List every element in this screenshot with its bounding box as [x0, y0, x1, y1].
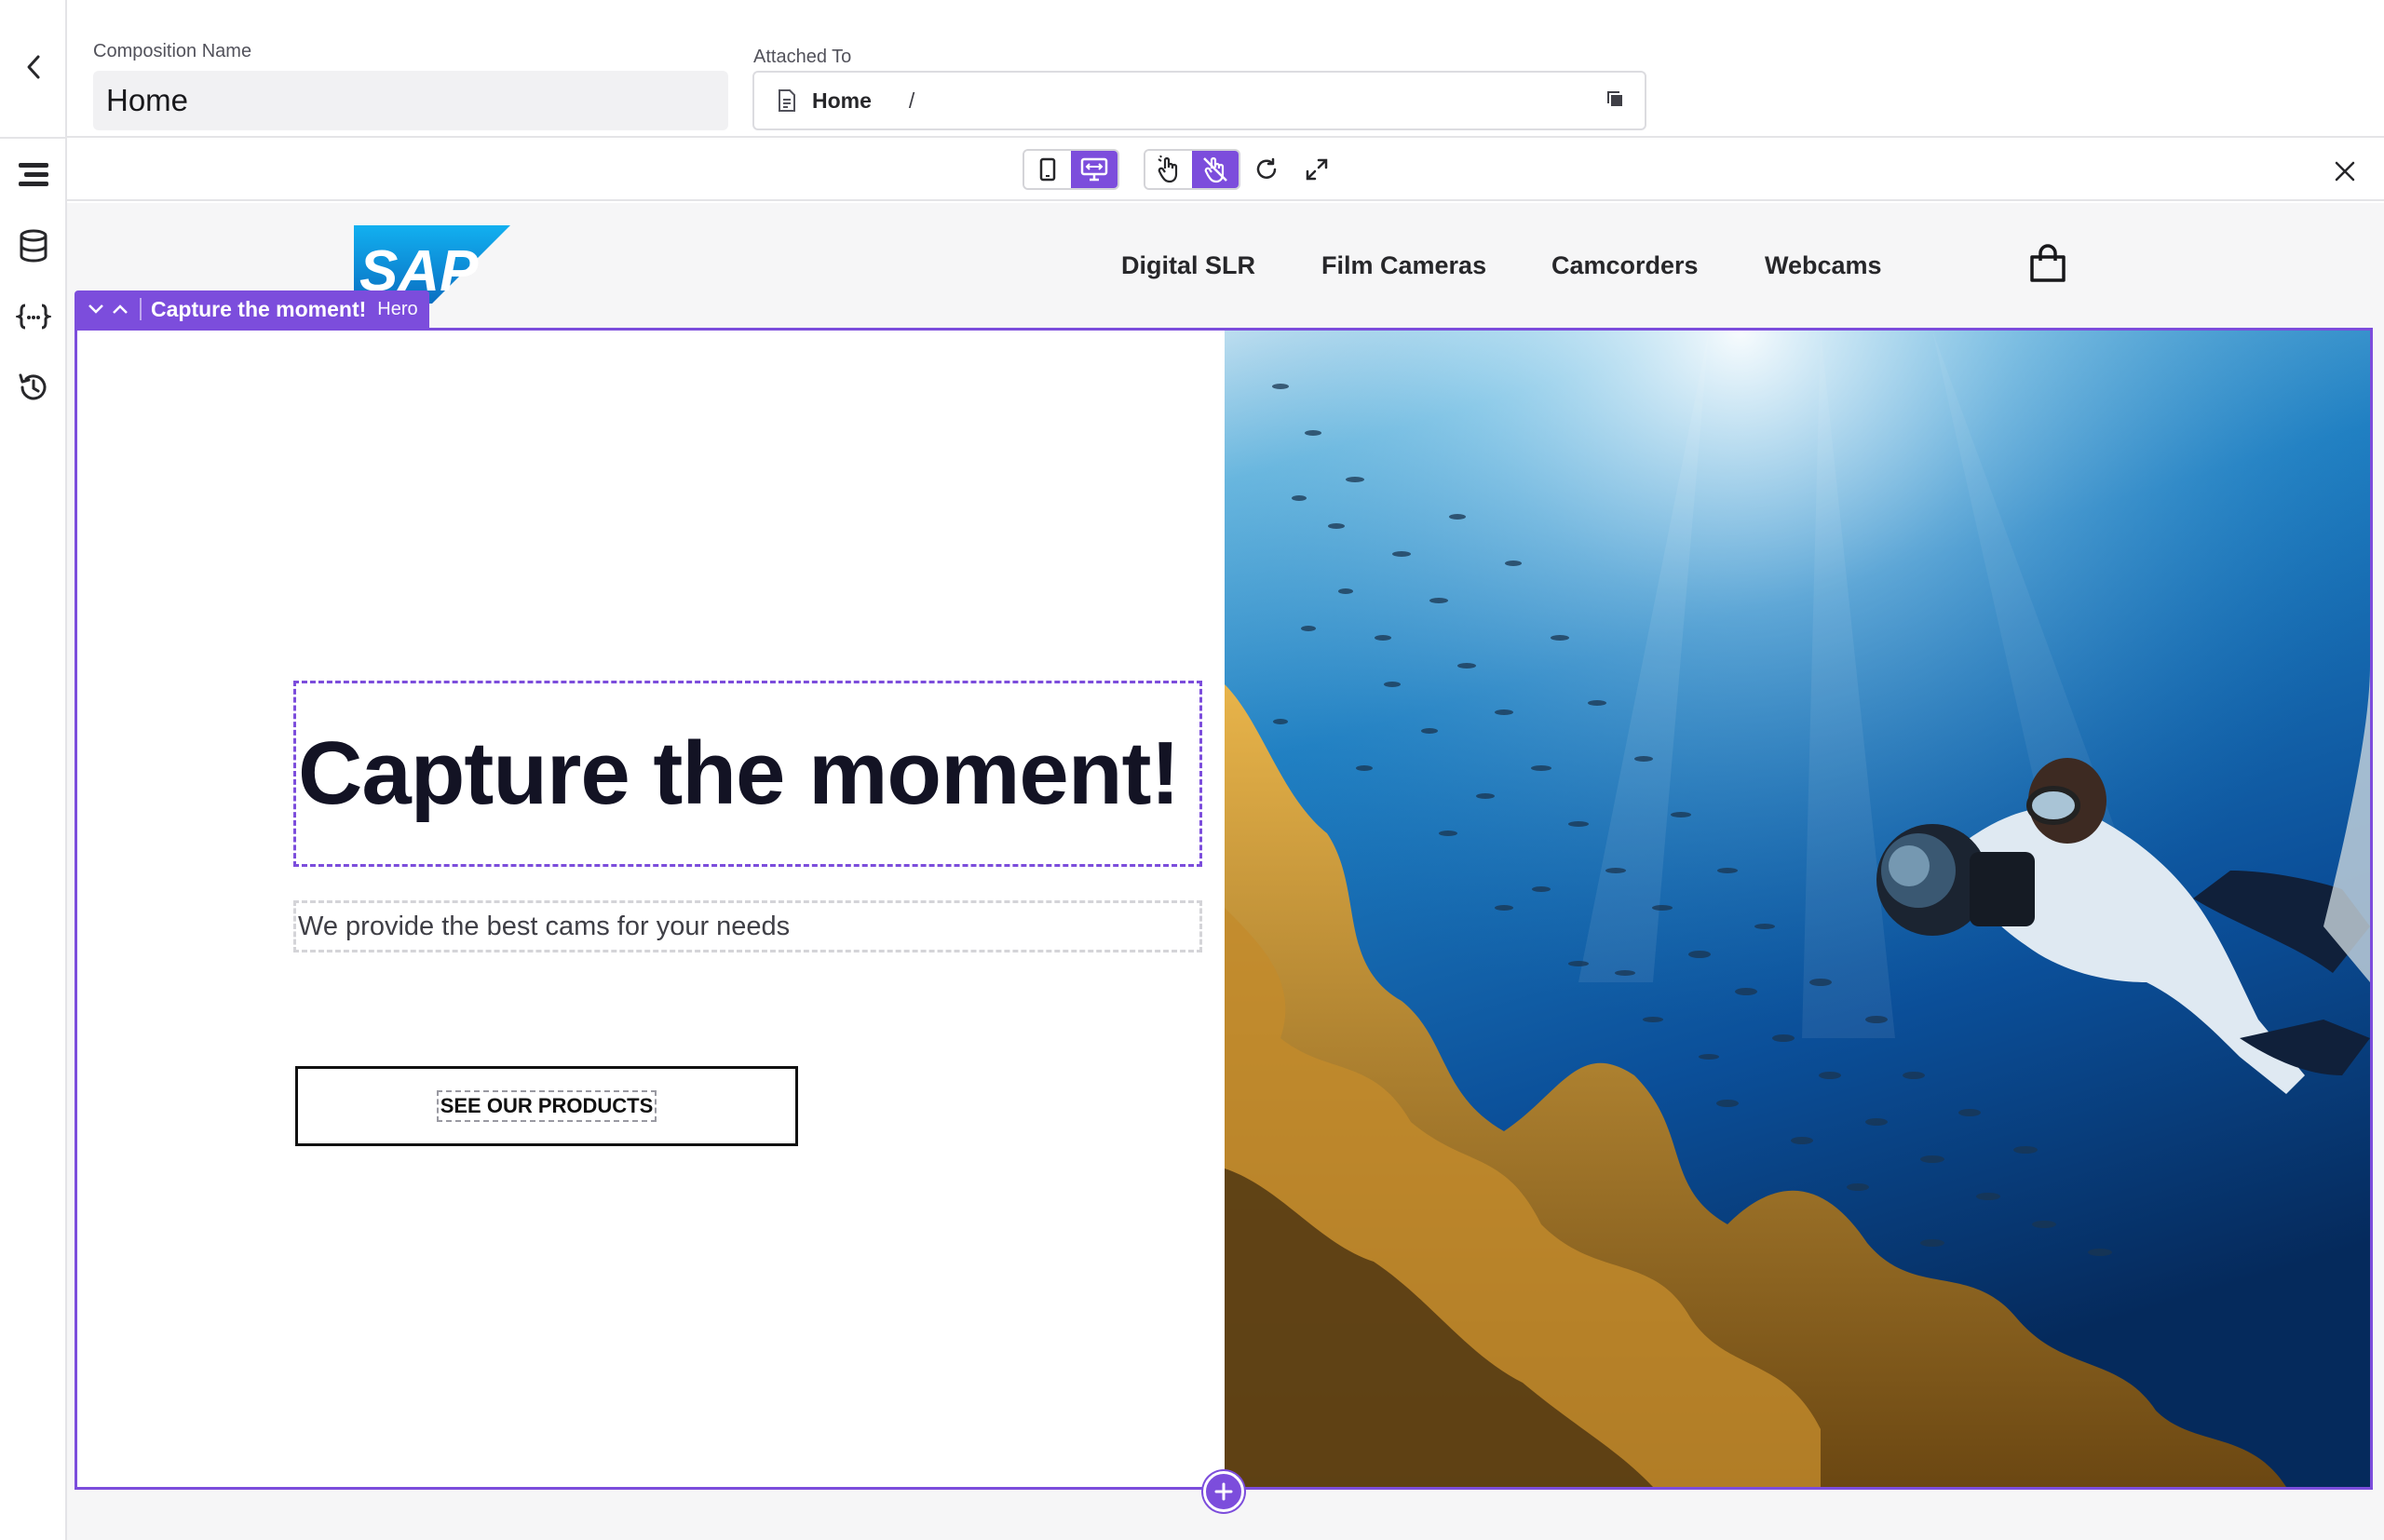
close-preview-button[interactable] — [2324, 151, 2365, 192]
add-component-button[interactable] — [1203, 1471, 1244, 1512]
variables-icon — [16, 304, 51, 330]
chevron-left-icon — [27, 55, 40, 79]
component-tag[interactable]: Capture the moment! Hero — [74, 290, 429, 328]
tag-separator — [140, 298, 142, 320]
select-mode-button[interactable] — [1192, 151, 1239, 188]
attached-to-field[interactable]: Home / — [752, 71, 1646, 130]
mobile-icon — [1039, 157, 1056, 182]
viewport-toggle — [1023, 149, 1119, 190]
component-tag-name: Capture the moment! — [151, 296, 367, 321]
composition-name-input[interactable]: Home — [93, 71, 728, 130]
attached-page-path: / — [908, 88, 915, 113]
hero-subtitle-text: We provide the best cams for your needs — [298, 911, 791, 941]
cta-label: SEE OUR PRODUCTS — [436, 1090, 657, 1122]
hand-pointer-icon — [1158, 155, 1178, 183]
nav-film-cameras[interactable]: Film Cameras — [1321, 251, 1486, 280]
back-button[interactable] — [19, 48, 48, 86]
see-products-button[interactable]: SEE OUR PRODUCTS — [295, 1066, 798, 1146]
composition-name-label: Composition Name — [93, 41, 252, 61]
fullscreen-button[interactable] — [1296, 149, 1337, 190]
hero-component[interactable]: Capture the moment! We provide the best … — [74, 328, 2373, 1490]
nav-webcams[interactable]: Webcams — [1765, 251, 1882, 280]
composition-header: Composition Name Home Attached To Home / — [67, 0, 2384, 138]
hero-content: Capture the moment! We provide the best … — [77, 331, 1225, 1487]
hero-image[interactable] — [1225, 331, 2370, 1487]
attached-to-label: Attached To — [753, 47, 852, 67]
hero-subtitle[interactable]: We provide the best cams for your needs — [293, 900, 1202, 952]
mobile-view-button[interactable] — [1024, 151, 1071, 188]
hand-pointer-off-icon — [1203, 156, 1227, 183]
shopping-bag-icon[interactable] — [2028, 244, 2067, 283]
hero-title[interactable]: Capture the moment! — [293, 681, 1202, 867]
reload-button[interactable] — [1246, 149, 1287, 190]
hero-title-text: Capture the moment! — [298, 723, 1180, 823]
component-tag-type: Hero — [377, 298, 418, 319]
refresh-icon — [1256, 157, 1277, 179]
rail-divider — [0, 137, 67, 139]
canvas-toolbar — [67, 140, 2384, 201]
attached-page-name: Home — [812, 88, 872, 113]
interact-mode-button[interactable] — [1145, 151, 1192, 188]
structure-button[interactable] — [11, 153, 56, 197]
interaction-toggle — [1144, 149, 1240, 190]
desktop-icon — [1080, 157, 1108, 182]
plus-icon — [1214, 1482, 1233, 1501]
nav-digital-slr[interactable]: Digital SLR — [1121, 251, 1255, 280]
data-button[interactable] — [11, 223, 56, 268]
chevron-down-icon — [88, 304, 103, 314]
nav-camcorders[interactable]: Camcorders — [1551, 251, 1699, 280]
desktop-view-button[interactable] — [1071, 151, 1118, 188]
move-up-button[interactable] — [108, 297, 132, 321]
chevron-up-icon — [113, 304, 128, 314]
variables-button[interactable] — [11, 294, 56, 339]
document-icon — [779, 89, 795, 112]
page-preview: SAP Digital SLR Film Cameras Camcorders … — [67, 203, 2384, 1540]
underwater-photo — [1225, 331, 2370, 1487]
structure-icon — [19, 163, 48, 186]
left-rail — [0, 0, 67, 1540]
database-icon — [20, 229, 47, 263]
close-icon — [2335, 161, 2355, 182]
history-icon — [19, 373, 47, 400]
expand-icon — [1306, 158, 1328, 181]
move-down-button[interactable] — [84, 297, 108, 321]
history-button[interactable] — [11, 365, 56, 410]
copy-icon[interactable] — [1605, 89, 1626, 110]
